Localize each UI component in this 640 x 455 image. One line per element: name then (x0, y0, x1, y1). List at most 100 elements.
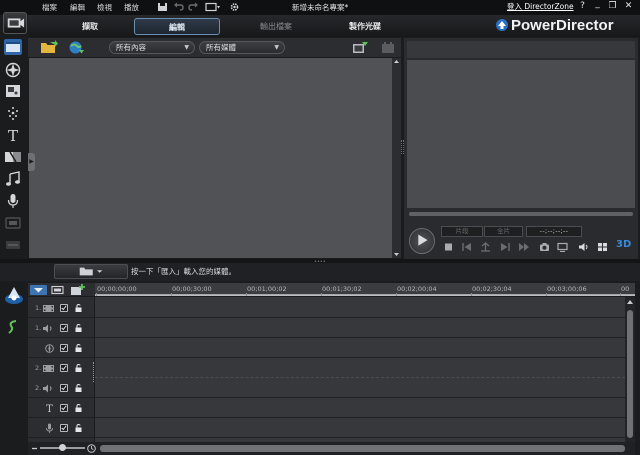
transition-room-icon[interactable] (5, 149, 21, 165)
preview-seek-bar[interactable] (409, 212, 633, 216)
previous-frame-icon[interactable] (461, 242, 472, 252)
timeline-horizontal-scrollbar[interactable] (100, 445, 625, 452)
add-to-timeline-icon[interactable] (352, 41, 369, 54)
menu-edit[interactable]: 編輯 (70, 2, 85, 13)
ruler-label: 00;00;30;00 (172, 285, 212, 293)
ruler-tick (620, 293, 621, 296)
chevron-down-icon: ▼ (184, 44, 189, 51)
tab-create-disc[interactable]: 製作光碟 (340, 18, 390, 35)
track-separator (28, 397, 625, 398)
audio-mixing-icon[interactable] (5, 171, 21, 187)
chevron-down-icon: ▼ (274, 44, 279, 51)
track-enable-checkbox[interactable] (60, 364, 68, 372)
track-resize-handle[interactable] (93, 362, 95, 382)
volume-icon[interactable] (578, 242, 589, 252)
import-folder-button[interactable] (54, 264, 128, 279)
ruler-label: 00;02;30;04 (472, 285, 512, 293)
movie-mode-toggle[interactable]: 全片 (484, 226, 523, 237)
project-title: 新增未命名專案* (292, 3, 349, 12)
timecode-display[interactable]: --;--;--;-- (526, 226, 582, 237)
track-number: 2. (35, 364, 42, 372)
track-enable-checkbox[interactable] (60, 304, 68, 312)
clock-icon[interactable] (87, 444, 96, 453)
pip-room-icon[interactable] (5, 83, 21, 99)
track-separator (28, 337, 625, 338)
brand-name: PowerDirector (511, 17, 614, 34)
track-enable-checkbox[interactable] (60, 404, 68, 412)
app-logo-icon (3, 12, 27, 34)
subtitle-room-icon[interactable] (5, 237, 21, 253)
timeline-tracks-area[interactable] (95, 297, 625, 442)
unlock-icon[interactable] (75, 384, 82, 392)
voice-track-icon (46, 423, 53, 433)
collapse-panel-handle[interactable]: ▶ (28, 153, 35, 171)
media-room-icon[interactable] (4, 39, 22, 55)
media-library-panel[interactable] (28, 58, 392, 258)
screen-ratio-icon[interactable] (205, 2, 221, 12)
save-icon[interactable] (157, 2, 168, 12)
storyboard-view-icon[interactable] (381, 41, 395, 54)
maximize-button[interactable]: ❐ (607, 1, 618, 11)
unlock-icon[interactable] (75, 344, 82, 352)
login-directorzone-link[interactable]: 登入 DirectorZone (507, 1, 574, 12)
audio-track-icon (43, 384, 52, 393)
download-media-icon[interactable] (68, 40, 85, 55)
tab-produce[interactable]: 輸出檔案 (246, 18, 306, 35)
unlock-icon[interactable] (75, 424, 82, 432)
minimize-button[interactable]: _ (592, 0, 603, 9)
track-enable-checkbox[interactable] (60, 384, 68, 392)
play-button[interactable] (409, 228, 435, 254)
import-media-icon[interactable] (40, 40, 58, 55)
media-filter-dropdown[interactable]: 所有媒體 ▼ (199, 41, 285, 54)
library-scrollbar[interactable] (392, 58, 401, 258)
track-separator (28, 417, 625, 418)
particle-room-icon[interactable] (5, 105, 21, 121)
ruler-tick (96, 293, 97, 296)
layout-icon[interactable] (597, 242, 608, 252)
add-track-icon[interactable] (70, 284, 85, 296)
content-filter-dropdown[interactable]: 所有內容 ▼ (109, 41, 195, 54)
menu-playback[interactable]: 播放 (124, 2, 139, 13)
3d-mode-button[interactable]: 3D (616, 239, 631, 250)
ruler-tick (396, 293, 397, 296)
unlock-icon[interactable] (75, 364, 82, 372)
redo-icon[interactable] (188, 2, 199, 12)
help-button[interactable]: ? (577, 1, 588, 11)
voice-over-icon[interactable] (5, 193, 21, 209)
gear-icon[interactable] (229, 2, 240, 12)
chapter-room-icon[interactable] (5, 215, 21, 231)
split-icon[interactable] (480, 242, 491, 252)
effect-room-icon[interactable] (5, 62, 21, 78)
stop-icon[interactable] (443, 242, 454, 252)
unlock-icon[interactable] (75, 324, 82, 332)
timeline-vertical-scroll-thumb[interactable] (627, 310, 633, 438)
undo-icon[interactable] (173, 2, 184, 12)
video-track-icon (43, 365, 54, 372)
fast-forward-icon[interactable] (519, 242, 530, 252)
preview-header (407, 41, 635, 58)
tab-edit[interactable]: 編輯 (134, 18, 220, 35)
track-separator (95, 377, 625, 378)
scroll-up-icon[interactable] (626, 299, 634, 305)
tab-capture[interactable]: 擷取 (70, 18, 110, 35)
clip-mode-toggle[interactable]: 片段 (441, 226, 483, 237)
track-enable-checkbox[interactable] (60, 344, 68, 352)
ruler-label: 00;01;00;02 (247, 285, 287, 293)
display-mode-icon[interactable] (557, 242, 568, 252)
storyboard-mode-icon[interactable] (51, 285, 64, 295)
track-enable-checkbox[interactable] (60, 324, 68, 332)
timeline-view-button[interactable] (30, 285, 47, 295)
fix-enhance-icon[interactable] (5, 319, 21, 335)
title-room-icon[interactable]: T (5, 127, 21, 143)
zoom-out-icon[interactable] (31, 445, 38, 452)
menu-view[interactable]: 檢視 (97, 2, 112, 13)
menu-file[interactable]: 檔案 (42, 2, 57, 13)
unlock-icon[interactable] (75, 404, 82, 412)
next-frame-icon[interactable] (500, 242, 511, 252)
track-enable-checkbox[interactable] (60, 424, 68, 432)
snapshot-icon[interactable] (539, 242, 550, 252)
magic-tool-icon[interactable] (3, 285, 25, 305)
unlock-icon[interactable] (75, 304, 82, 312)
close-button[interactable]: ✕ (623, 1, 634, 11)
zoom-slider-handle[interactable] (59, 444, 66, 451)
